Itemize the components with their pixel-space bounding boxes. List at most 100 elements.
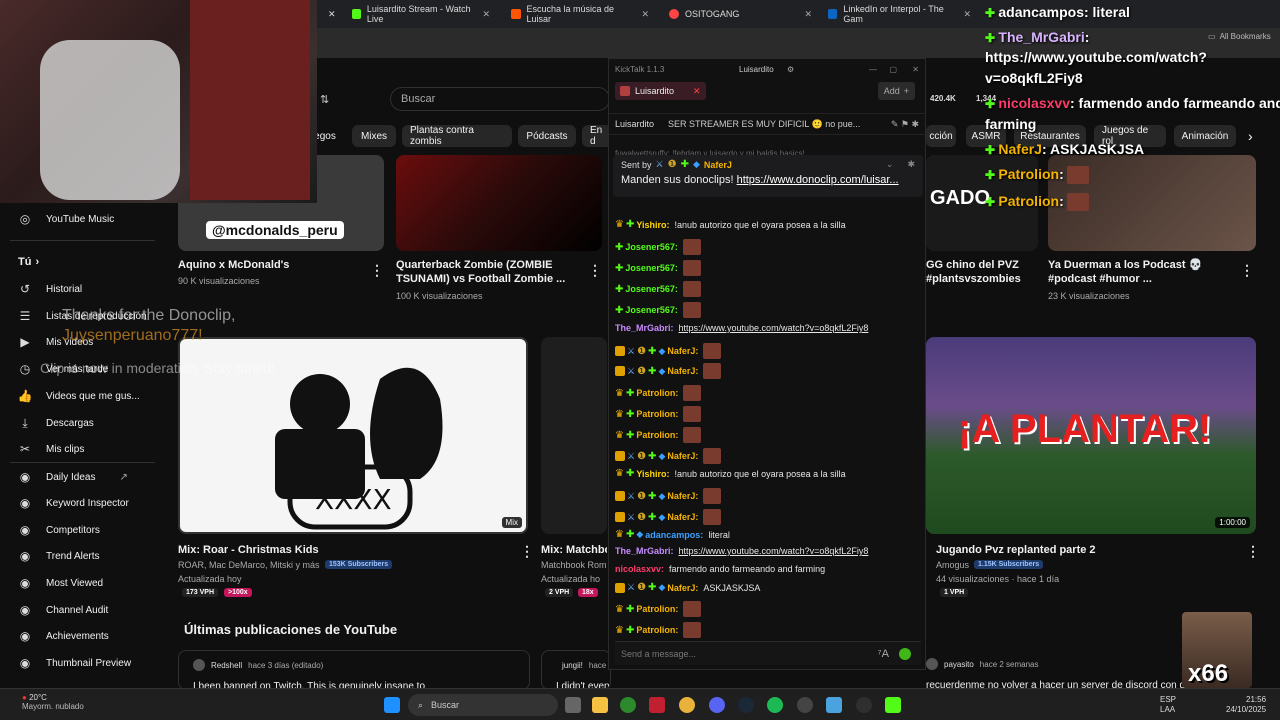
- sidebar-item-channel-audit[interactable]: ◉ Channel Audit: [18, 603, 109, 617]
- maximize-icon[interactable]: ▢: [889, 65, 897, 74]
- discord-icon[interactable]: [709, 697, 725, 713]
- chat-username[interactable]: NaferJ:: [667, 346, 698, 356]
- filter-icon[interactable]: ⇅: [320, 93, 329, 106]
- chat-username[interactable]: NaferJ:: [667, 366, 698, 376]
- sidebar-item-thumbnail-preview[interactable]: ◉ Thumbnail Preview: [18, 656, 131, 670]
- chat-username[interactable]: Patrolion:: [636, 388, 678, 398]
- more-options-icon[interactable]: ⋮: [370, 262, 384, 279]
- more-options-icon[interactable]: ⋮: [588, 262, 602, 279]
- chat-username[interactable]: adancampos:: [645, 530, 703, 540]
- chat-username[interactable]: Patrolion:: [636, 625, 678, 635]
- browser-tab[interactable]: OSITOGANG ✕: [663, 4, 818, 24]
- video-title[interactable]: GG chino del PVZ #plantsvszombies: [926, 258, 1036, 286]
- chat-username[interactable]: NaferJ:: [667, 491, 698, 501]
- sidebar-item-trend-alerts[interactable]: ◉ Trend Alerts: [18, 549, 100, 563]
- windows-start-icon[interactable]: [384, 697, 400, 713]
- chip[interactable]: Plantas contra zombis: [402, 125, 512, 147]
- chip[interactable]: Mixes: [352, 125, 396, 147]
- minimize-icon[interactable]: —: [869, 65, 877, 74]
- obs-icon[interactable]: [856, 697, 872, 713]
- xbox-icon[interactable]: [620, 697, 636, 713]
- close-icon[interactable]: ✕: [804, 9, 812, 20]
- chat-username[interactable]: NaferJ:: [667, 512, 698, 522]
- community-post[interactable]: jungii!hace 1 mes I didn't even know thi…: [541, 650, 611, 690]
- sidebar-item-most-viewed[interactable]: ◉ Most Viewed: [18, 576, 103, 590]
- sidebar-item-keyword-inspector[interactable]: ◉ Keyword Inspector: [18, 496, 129, 510]
- search-input[interactable]: Buscar: [390, 87, 610, 111]
- pin-icon[interactable]: ✎ ⚑ ✱: [891, 119, 919, 130]
- add-channel-button[interactable]: Add +: [877, 82, 915, 100]
- chat-username[interactable]: NaferJ:: [667, 583, 698, 593]
- chat-username[interactable]: Patrolion:: [636, 409, 678, 419]
- spotify-icon[interactable]: [767, 697, 783, 713]
- app-icon[interactable]: [649, 697, 665, 713]
- video-title[interactable]: Aquino x McDonald's: [178, 258, 358, 272]
- weather-widget[interactable]: ● 20°C Mayorm. nublado: [22, 693, 84, 711]
- more-options-icon[interactable]: ⋮: [1246, 543, 1260, 560]
- video-title[interactable]: Mix: Roar - Christmas Kids: [178, 543, 319, 557]
- message-input[interactable]: Send a message... ⁷A: [615, 641, 921, 665]
- emote-picker-icon[interactable]: [899, 647, 911, 660]
- explorer-icon[interactable]: [592, 697, 608, 713]
- chat-username[interactable]: Yishiro:: [636, 469, 669, 479]
- chat-username[interactable]: Josener567:: [625, 263, 678, 273]
- channel-name[interactable]: Matchbook Rom: [541, 559, 607, 572]
- sidebar-item-youtube-music[interactable]: ◎ YouTube Music: [18, 212, 114, 226]
- close-icon[interactable]: ✕: [482, 9, 490, 20]
- gear-icon[interactable]: ⚙: [787, 65, 794, 74]
- channel-name[interactable]: ROAR, Mac DeMarco, Mitski y más: [178, 559, 320, 572]
- sidebar-item-daily-ideas[interactable]: ◉ Daily Ideas ↗: [18, 470, 128, 484]
- taskbar-search[interactable]: ⌕ Buscar: [408, 694, 558, 716]
- sidebar-item-competitors[interactable]: ◉ Competitors: [18, 523, 100, 537]
- browser-tab[interactable]: Escucha la música de Luisar ✕: [505, 4, 655, 24]
- close-icon[interactable]: ✕: [693, 86, 701, 97]
- community-post[interactable]: payasito hace 2 semanas recuerdenme no vo…: [926, 650, 1186, 690]
- browser-tab[interactable]: Luisardito Stream - Watch Live ✕: [346, 4, 496, 24]
- pinned-link[interactable]: https://www.donoclip.com/luisar...: [737, 174, 899, 186]
- more-options-icon[interactable]: ⋮: [520, 543, 534, 560]
- kick-icon[interactable]: [885, 697, 901, 713]
- sidebar-item-downloads[interactable]: ⤓ Descargas: [18, 416, 93, 430]
- chat-username[interactable]: nicolasxvv:: [615, 564, 664, 574]
- community-post[interactable]: Redshell hace 3 días (editado) I been ban…: [178, 650, 530, 690]
- chat-username[interactable]: Yishiro:: [636, 220, 669, 230]
- tab-close-icon[interactable]: ✕: [322, 4, 342, 24]
- video-title[interactable]: Mix: Matchbo: [541, 543, 607, 557]
- language-indicator[interactable]: ESP LAA: [1160, 695, 1176, 715]
- sidebar-item-clips[interactable]: ✂ Mis clips: [18, 442, 84, 456]
- chat-username[interactable]: Patrolion:: [636, 430, 678, 440]
- sidebar-section-you[interactable]: Tú ›: [18, 256, 39, 268]
- steam-icon[interactable]: [738, 697, 754, 713]
- chat-username[interactable]: The_MrGabri:: [615, 546, 674, 556]
- close-icon[interactable]: ✕: [912, 65, 919, 74]
- chat-username[interactable]: Josener567:: [625, 242, 678, 252]
- video-thumbnail[interactable]: [396, 155, 602, 251]
- video-thumbnail[interactable]: ¡A PLANTAR! 1:00:00: [926, 337, 1256, 534]
- chat-username[interactable]: Patrolion:: [636, 604, 678, 614]
- translate-icon[interactable]: ⁷A: [878, 648, 889, 660]
- notes-icon[interactable]: [826, 697, 842, 713]
- chat-username[interactable]: NaferJ:: [667, 451, 698, 461]
- unpin-icon[interactable]: ✱: [907, 159, 915, 170]
- channel-tab[interactable]: Luisardito ✕: [615, 82, 706, 100]
- chip[interactable]: cción: [926, 125, 956, 147]
- more-options-icon[interactable]: ⋮: [1240, 262, 1254, 279]
- sidebar-item-history[interactable]: ↺ Historial: [18, 282, 82, 296]
- chip[interactable]: Pódcasts: [518, 125, 576, 147]
- video-title[interactable]: Quarterback Zombie (ZOMBIE TSUNAMI) vs F…: [396, 258, 576, 286]
- chat-link[interactable]: https://www.youtube.com/watch?v=o8qkfL2F…: [679, 323, 869, 333]
- close-icon[interactable]: ✕: [963, 9, 971, 20]
- chat-username[interactable]: The_MrGabri:: [615, 323, 674, 333]
- browser-tab[interactable]: LinkedIn or Interpol - The Gam ✕: [822, 4, 977, 24]
- chat-link[interactable]: https://www.youtube.com/watch?v=o8qkfL2F…: [679, 546, 869, 556]
- close-icon[interactable]: ✕: [641, 9, 649, 20]
- channel-name[interactable]: Amogus: [936, 559, 969, 572]
- sidebar-item-achievements[interactable]: ◉ Achievements: [18, 629, 109, 643]
- video-title[interactable]: Ya Duerman a los Podcast 💀 #podcast #hum…: [1048, 258, 1228, 286]
- chat-username[interactable]: Josener567:: [625, 284, 678, 294]
- video-title[interactable]: Jugando Pvz replanted parte 2: [936, 543, 1096, 557]
- app-icon[interactable]: [797, 697, 813, 713]
- sidebar-item-liked[interactable]: 👍 Videos que me gus...: [18, 389, 140, 403]
- chrome-icon[interactable]: [679, 697, 695, 713]
- mix-thumbnail[interactable]: [541, 337, 607, 534]
